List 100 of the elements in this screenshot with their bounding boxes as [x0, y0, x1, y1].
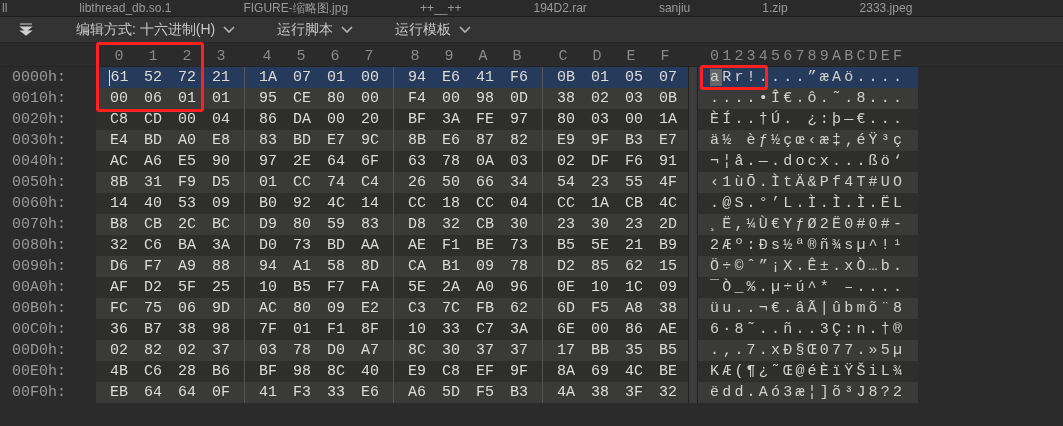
hex-byte[interactable]: E7: [327, 132, 345, 149]
hex-byte[interactable]: D8: [408, 216, 426, 233]
hex-byte[interactable]: FB: [476, 300, 494, 317]
hex-byte[interactable]: 38: [591, 384, 609, 401]
hex-byte[interactable]: 64: [327, 153, 345, 170]
hex-byte[interactable]: 2E: [293, 153, 311, 170]
hex-byte[interactable]: C6: [144, 237, 162, 254]
hex-byte[interactable]: 23: [625, 216, 643, 233]
hex-byte[interactable]: B5: [659, 342, 677, 359]
hex-byte[interactable]: E6: [361, 384, 379, 401]
hex-byte[interactable]: CC: [293, 174, 311, 191]
hex-byte[interactable]: 54: [557, 174, 575, 191]
hex-byte[interactable]: 00: [625, 111, 643, 128]
hex-byte[interactable]: 9F: [510, 363, 528, 380]
hex-byte[interactable]: 04: [212, 111, 230, 128]
ascii-row[interactable]: ëdd.Aó3æ¦]õ³J8?2: [698, 382, 918, 403]
hex-byte[interactable]: 40: [361, 363, 379, 380]
hex-row[interactable]: 00 06 01 01 95 CE 80 00 F4 00 98 0D 38 02 03 0B: [96, 88, 688, 109]
hex-byte[interactable]: 38: [178, 321, 196, 338]
file-tab[interactable]: ll: [2, 2, 8, 14]
hex-byte[interactable]: 00: [361, 69, 379, 86]
hex-byte[interactable]: F1: [442, 237, 460, 254]
hex-byte[interactable]: D9: [259, 216, 277, 233]
hex-byte[interactable]: 23: [591, 174, 609, 191]
hex-byte[interactable]: 82: [144, 342, 162, 359]
hex-byte[interactable]: D2: [557, 258, 575, 275]
hex-byte[interactable]: 33: [327, 384, 345, 401]
hex-byte[interactable]: 01: [591, 69, 609, 86]
hex-byte[interactable]: 8A: [557, 363, 575, 380]
hex-byte[interactable]: E6: [442, 132, 460, 149]
hex-byte[interactable]: BF: [259, 363, 277, 380]
hex-byte[interactable]: CD: [144, 111, 162, 128]
hex-byte[interactable]: F3: [293, 384, 311, 401]
hex-byte[interactable]: 00: [442, 90, 460, 107]
hex-byte[interactable]: 5D: [442, 384, 460, 401]
hex-byte[interactable]: 36: [110, 321, 128, 338]
hex-byte[interactable]: E2: [361, 300, 379, 317]
hex-row[interactable]: D6 F7 A9 88 94 A1 58 8D CA B1 09 78 D2 85 62 15: [96, 256, 688, 277]
hex-byte[interactable]: DF: [591, 153, 609, 170]
hex-byte[interactable]: 64: [144, 384, 162, 401]
hex-byte[interactable]: 38: [557, 90, 575, 107]
hex-byte[interactable]: F9: [178, 174, 196, 191]
hex-byte[interactable]: 40: [144, 195, 162, 212]
hex-byte[interactable]: C8: [442, 363, 460, 380]
hex-byte[interactable]: 30: [591, 216, 609, 233]
hex-byte[interactable]: 90: [212, 153, 230, 170]
hex-byte[interactable]: 1A: [591, 195, 609, 212]
hex-row[interactable]: 61 52 72 21 1A 07 01 00 94 E6 41 F6 0B 01 05 07: [96, 67, 688, 88]
hex-byte[interactable]: 4C: [625, 363, 643, 380]
hex-row[interactable]: 02 82 02 37 03 78 D0 A7 8C 30 37 37 17 BB 35 B5: [96, 340, 688, 361]
hex-byte[interactable]: D0: [259, 237, 277, 254]
hex-byte[interactable]: EF: [476, 363, 494, 380]
hex-byte[interactable]: FE: [476, 111, 494, 128]
toolbar-dropdown[interactable]: 运行模板: [395, 19, 472, 40]
hex-byte[interactable]: 63: [408, 153, 426, 170]
hex-byte[interactable]: D0: [327, 342, 345, 359]
hex-byte[interactable]: AE: [408, 237, 426, 254]
hex-byte[interactable]: 06: [178, 300, 196, 317]
hex-byte[interactable]: 61: [109, 69, 129, 86]
hex-byte[interactable]: 78: [293, 342, 311, 359]
hex-byte[interactable]: 4F: [659, 174, 677, 191]
hex-byte[interactable]: 03: [510, 153, 528, 170]
hex-byte[interactable]: 32: [659, 384, 677, 401]
hex-byte[interactable]: 8B: [110, 174, 128, 191]
hex-byte[interactable]: 03: [625, 90, 643, 107]
hex-byte[interactable]: 98: [212, 321, 230, 338]
hex-byte[interactable]: 01: [259, 174, 277, 191]
hex-byte[interactable]: 92: [293, 195, 311, 212]
hex-byte[interactable]: 02: [591, 90, 609, 107]
hex-row[interactable]: 8B 31 F9 D5 01 CC 74 C4 26 50 66 34 54 23 55 4F: [96, 172, 688, 193]
hex-byte[interactable]: 02: [178, 342, 196, 359]
hex-byte[interactable]: 59: [327, 216, 345, 233]
hex-byte[interactable]: CB: [476, 216, 494, 233]
hex-byte[interactable]: 73: [510, 237, 528, 254]
hex-byte[interactable]: 8B: [408, 132, 426, 149]
hex-byte[interactable]: 02: [110, 342, 128, 359]
hex-byte[interactable]: B3: [510, 384, 528, 401]
hex-byte[interactable]: 8F: [361, 321, 379, 338]
hex-byte[interactable]: 2A: [442, 279, 460, 296]
ascii-row[interactable]: ä½ èƒ½çœ‹æ‡‚éŸ³ç: [698, 130, 918, 151]
hex-byte[interactable]: 37: [212, 342, 230, 359]
toolbar-dropdown[interactable]: 运行脚本: [277, 19, 354, 40]
file-tab[interactable]: FIGURE-缩略图.jpg: [243, 2, 349, 14]
hex-byte[interactable]: 31: [144, 174, 162, 191]
hex-byte[interactable]: 62: [625, 258, 643, 275]
hex-byte[interactable]: B5: [557, 237, 575, 254]
hex-byte[interactable]: B1: [442, 258, 460, 275]
hex-byte[interactable]: 33: [442, 321, 460, 338]
hex-byte[interactable]: 06: [144, 90, 162, 107]
hex-byte[interactable]: FA: [361, 279, 379, 296]
hex-byte[interactable]: AA: [361, 237, 379, 254]
hex-byte[interactable]: 41: [476, 69, 494, 86]
hex-byte[interactable]: BA: [178, 237, 196, 254]
hex-byte[interactable]: 1A: [259, 69, 277, 86]
hex-byte[interactable]: 21: [625, 237, 643, 254]
ascii-row[interactable]: üu..¬€.âÃ|ûbmõ¨8: [698, 298, 918, 319]
hex-byte[interactable]: 37: [476, 342, 494, 359]
hex-byte[interactable]: 0E: [557, 279, 575, 296]
hex-byte[interactable]: CE: [293, 90, 311, 107]
hex-byte[interactable]: CC: [408, 195, 426, 212]
